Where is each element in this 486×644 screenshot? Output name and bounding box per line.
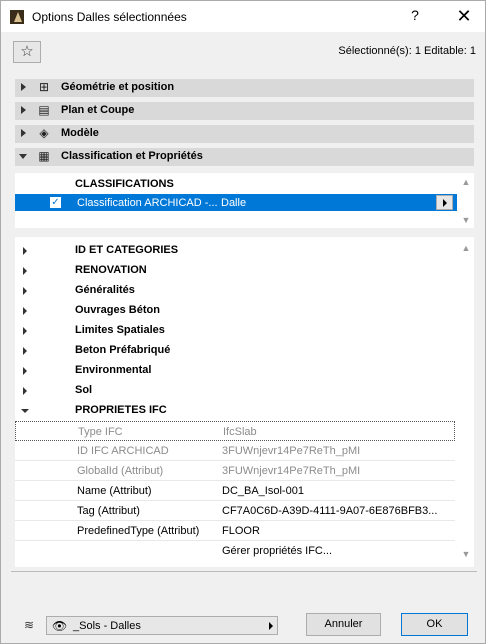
expand-arrow-icon [23, 387, 27, 395]
collapse-arrow-icon [21, 409, 29, 413]
section-classification[interactable]: ▦ Classification et Propriétés [15, 148, 474, 166]
title-bar: Options Dalles sélectionnées ? ✕ [1, 1, 485, 32]
expand-arrow-icon [21, 83, 26, 91]
group-label: Beton Préfabriqué [75, 344, 171, 356]
expand-arrow-icon [23, 247, 27, 255]
geometry-icon: ⊞ [38, 80, 50, 94]
classification-value: Dalle [221, 197, 247, 209]
dialog-window: Options Dalles sélectionnées ? ✕ ☆ Sélec… [0, 0, 486, 644]
expand-arrow-icon [23, 267, 27, 275]
prop-name: GlobalId (Attribut) [77, 465, 164, 477]
divider [11, 571, 477, 572]
expand-arrow-icon [23, 327, 27, 335]
prop-name: Type IFC [78, 426, 123, 438]
manage-ifc-row[interactable]: Gérer propriétés IFC... [15, 541, 455, 561]
section-geometry[interactable]: ⊞ Géométrie et position [15, 79, 474, 97]
group-label: Généralités [75, 284, 135, 296]
group-limites-spatiales[interactable]: Limites Spatiales [15, 321, 455, 341]
scroll-up-icon[interactable]: ▲ [461, 243, 471, 253]
scroll-down-icon[interactable]: ▼ [461, 215, 471, 225]
group-label: Limites Spatiales [75, 324, 165, 336]
collapse-arrow-icon [19, 154, 27, 159]
group-label: Environmental [75, 364, 152, 376]
group-sol[interactable]: Sol [15, 381, 455, 401]
window-title: Options Dalles sélectionnées [32, 10, 187, 24]
prop-name: ID IFC ARCHICAD [77, 445, 169, 457]
group-ouvrages-beton[interactable]: Ouvrages Béton [15, 301, 455, 321]
classifications-header: CLASSIFICATIONS [75, 178, 174, 190]
ifc-prop-row[interactable]: ID IFC ARCHICAD 3FUWnjevr14Pe7ReTh_pMI [15, 441, 455, 461]
classification-picker-button[interactable] [436, 195, 453, 210]
group-generalites[interactable]: Généralités [15, 281, 455, 301]
section-model[interactable]: ◈ Modèle [15, 125, 474, 143]
section-label: Géométrie et position [61, 81, 175, 93]
ifc-prop-row[interactable]: Type IFC IfcSlab [15, 421, 455, 441]
group-label: Ouvrages Béton [75, 304, 160, 316]
ifc-prop-row[interactable]: Tag (Attribut) CF7A0C6D-A39D-4111-9A07-6… [15, 501, 455, 521]
help-button[interactable]: ? [403, 7, 427, 27]
favorites-button[interactable]: ☆ [13, 41, 41, 63]
star-icon: ☆ [20, 43, 34, 60]
expand-arrow-icon [23, 367, 27, 375]
group-id-categories[interactable]: ID ET CATEGORIES [15, 241, 455, 261]
selection-info: Sélectionné(s): 1 Editable: 1 [338, 45, 476, 57]
group-environmental[interactable]: Environmental [15, 361, 455, 381]
prop-name: Name (Attribut) [77, 485, 152, 497]
close-button[interactable]: ✕ [453, 5, 475, 27]
scroll-down-icon[interactable]: ▼ [461, 549, 471, 559]
chevron-right-icon [269, 622, 273, 630]
prop-value[interactable]: FLOOR [222, 525, 260, 537]
section-floorplan[interactable]: ▤ Plan et Coupe [15, 102, 474, 120]
section-label: Classification et Propriétés [61, 150, 203, 162]
prop-value: IfcSlab [223, 426, 257, 438]
classification-name: Classification ARCHICAD -... [77, 197, 218, 209]
expand-arrow-icon [23, 287, 27, 295]
group-beton-prefabrique[interactable]: Beton Préfabriqué [15, 341, 455, 361]
layer-selector[interactable]: 👁 _Sols - Dalles [46, 616, 278, 635]
ok-button[interactable]: OK [401, 613, 468, 636]
prop-value[interactable]: CF7A0C6D-A39D-4111-9A07-6E876BFB3... [222, 505, 437, 517]
prop-value: 3FUWnjevr14Pe7ReTh_pMI [222, 445, 361, 457]
ifc-prop-row[interactable]: Name (Attribut) DC_BA_Isol-001 [15, 481, 455, 501]
expand-arrow-icon [23, 307, 27, 315]
cancel-button[interactable]: Annuler [306, 613, 381, 636]
eye-icon: 👁 [52, 619, 68, 633]
expand-arrow-icon [21, 106, 26, 114]
group-label: PROPRIETES IFC [75, 404, 167, 416]
group-proprietes-ifc[interactable]: PROPRIETES IFC [15, 401, 455, 421]
group-renovation[interactable]: RENOVATION [15, 261, 455, 281]
expand-arrow-icon [23, 347, 27, 355]
classification-checkbox[interactable]: ✓ [50, 197, 61, 208]
expand-arrow-icon [21, 129, 26, 137]
document-icon: ▦ [38, 149, 50, 163]
prop-value[interactable]: DC_BA_Isol-001 [222, 485, 304, 497]
prop-value: 3FUWnjevr14Pe7ReTh_pMI [222, 465, 361, 477]
layer-icon: ≋ [23, 618, 35, 632]
section-label: Plan et Coupe [61, 104, 135, 116]
section-label: Modèle [61, 127, 99, 139]
model-icon: ◈ [39, 126, 49, 140]
layer-value: _Sols - Dalles [73, 620, 141, 632]
ifc-prop-row[interactable]: GlobalId (Attribut) 3FUWnjevr14Pe7ReTh_p… [15, 461, 455, 481]
group-label: Sol [75, 384, 93, 396]
archicad-app-icon [10, 10, 24, 24]
group-label: RENOVATION [75, 264, 147, 276]
floorplan-icon: ▤ [38, 103, 50, 117]
group-label: ID ET CATEGORIES [75, 244, 179, 256]
properties-list: ID ET CATEGORIES RENOVATION Généralités … [15, 237, 474, 567]
prop-name: PredefinedType (Attribut) [77, 525, 200, 537]
ifc-prop-row[interactable]: PredefinedType (Attribut) FLOOR [15, 521, 455, 541]
scroll-up-icon[interactable]: ▲ [461, 177, 471, 187]
manage-ifc-properties-button[interactable]: Gérer propriétés IFC... [222, 545, 332, 557]
classifications-list: CLASSIFICATIONS ✓ Classification ARCHICA… [15, 173, 474, 228]
classification-row[interactable]: ✓ Classification ARCHICAD -... Dalle [15, 194, 457, 211]
prop-name: Tag (Attribut) [77, 505, 140, 517]
